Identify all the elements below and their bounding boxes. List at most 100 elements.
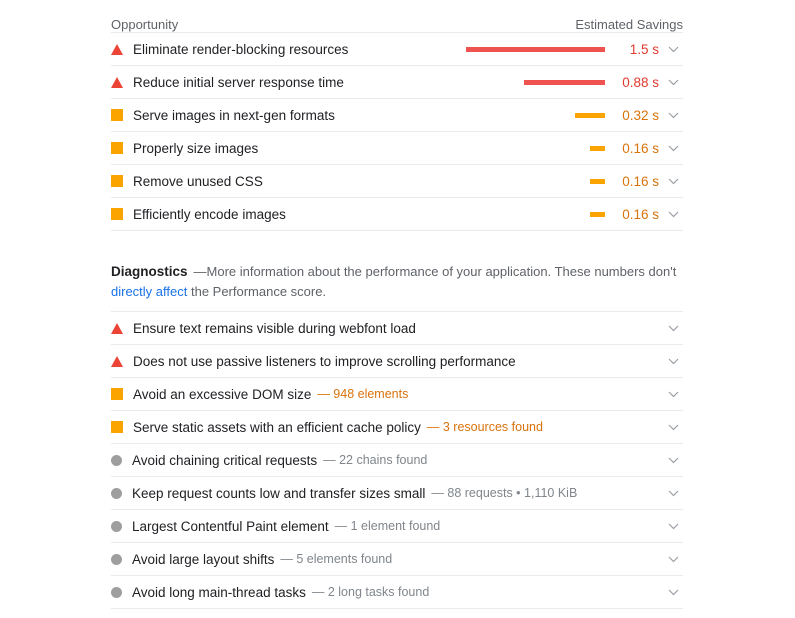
diagnostic-title: Largest Contentful Paint element bbox=[132, 518, 329, 534]
chevron-down-icon[interactable] bbox=[663, 358, 683, 365]
diagnostic-row[interactable]: Ensure text remains visible during webfo… bbox=[111, 311, 683, 344]
diagnostic-subtitle: — 3 resources found bbox=[426, 420, 543, 434]
diagnostics-dash: — bbox=[193, 264, 207, 279]
opportunity-savings-cell: 0.32 s bbox=[459, 108, 683, 123]
diagnostic-label-cell: Avoid long main-thread tasks — 2 long tas… bbox=[111, 585, 544, 600]
diagnostic-row[interactable]: Serve static assets with an efficient ca… bbox=[111, 410, 683, 443]
savings-bar bbox=[590, 212, 605, 217]
opportunity-row[interactable]: Eliminate render-blocking resources 1.5 s bbox=[111, 32, 683, 65]
chevron-down-icon[interactable] bbox=[663, 46, 683, 53]
circle-informative-icon bbox=[111, 553, 122, 565]
circle-informative-icon bbox=[111, 586, 122, 598]
chevron-down-icon[interactable] bbox=[663, 424, 683, 431]
chevron-down-icon[interactable] bbox=[663, 112, 683, 119]
chevron-down-icon[interactable] bbox=[663, 490, 683, 497]
opportunity-title: Efficiently encode images bbox=[133, 206, 286, 222]
diagnostic-title: Serve static assets with an efficient ca… bbox=[133, 419, 421, 435]
lighthouse-report-page: Opportunity Estimated Savings Eliminate … bbox=[0, 0, 795, 618]
opportunity-savings-cell: 0.16 s bbox=[459, 141, 683, 156]
diagnostic-subtitle: — 2 long tasks found bbox=[311, 585, 430, 599]
directly-affect-link[interactable]: directly affect bbox=[111, 284, 187, 299]
savings-sparkline bbox=[459, 43, 605, 55]
chevron-down-icon[interactable] bbox=[663, 79, 683, 86]
circle-informative-icon bbox=[111, 520, 122, 532]
diagnostics-heading: Diagnostics —More information about the p… bbox=[111, 262, 683, 311]
savings-sparkline bbox=[459, 175, 605, 187]
chevron-down-icon[interactable] bbox=[663, 523, 683, 530]
chevron-down-icon[interactable] bbox=[663, 178, 683, 185]
opportunity-title: Remove unused CSS bbox=[133, 173, 263, 189]
chevron-down-icon[interactable] bbox=[663, 325, 683, 332]
savings-value: 0.32 s bbox=[622, 107, 659, 123]
diagnostic-label-cell: Avoid an excessive DOM size — 948 element… bbox=[111, 387, 534, 402]
savings-sparkline bbox=[459, 76, 605, 88]
square-average-icon bbox=[111, 175, 123, 187]
chevron-down-icon[interactable] bbox=[663, 145, 683, 152]
diagnostic-title: Avoid chaining critical requests bbox=[132, 452, 318, 468]
diagnostics-description-part2: the Performance score. bbox=[187, 284, 327, 299]
chevron-down-icon[interactable] bbox=[663, 589, 683, 596]
opportunity-savings-cell: 1.5 s bbox=[459, 42, 683, 57]
chevron-down-icon[interactable] bbox=[663, 457, 683, 464]
circle-informative-icon bbox=[111, 454, 122, 466]
triangle-fail-icon bbox=[111, 76, 123, 88]
diagnostic-title: Avoid an excessive DOM size bbox=[133, 386, 312, 402]
diagnostic-label-cell: Largest Contentful Paint element — 1 elem… bbox=[111, 519, 550, 534]
diagnostics-list: Ensure text remains visible during webfo… bbox=[111, 311, 683, 608]
opportunity-savings-cell: 0.88 s bbox=[459, 75, 683, 90]
opportunity-label-cell: Eliminate render-blocking resources bbox=[111, 42, 459, 57]
column-header-opportunity: Opportunity bbox=[111, 17, 179, 32]
opportunity-row[interactable]: Serve images in next-gen formats 0.32 s bbox=[111, 98, 683, 131]
savings-value: 0.88 s bbox=[622, 74, 659, 90]
diagnostic-title: Ensure text remains visible during webfo… bbox=[133, 320, 416, 336]
opportunity-row[interactable]: Properly size images 0.16 s bbox=[111, 131, 683, 164]
diagnostics-bottom-divider bbox=[111, 608, 683, 609]
diagnostic-subtitle: — 948 elements bbox=[317, 387, 409, 401]
diagnostic-row[interactable]: Keep request counts low and transfer siz… bbox=[111, 476, 683, 509]
diagnostic-subtitle: — 22 chains found bbox=[323, 453, 428, 467]
diagnostics-section: Diagnostics —More information about the p… bbox=[111, 262, 683, 609]
diagnostic-label-cell: Keep request counts low and transfer siz… bbox=[111, 486, 618, 501]
opportunity-savings-cell: 0.16 s bbox=[459, 207, 683, 222]
chevron-down-icon[interactable] bbox=[663, 211, 683, 218]
opportunity-row[interactable]: Reduce initial server response time 0.88 … bbox=[111, 65, 683, 98]
savings-bar bbox=[590, 179, 605, 184]
triangle-fail-icon bbox=[111, 43, 123, 55]
square-average-icon bbox=[111, 208, 123, 220]
diagnostic-row[interactable]: Avoid an excessive DOM size — 948 element… bbox=[111, 377, 683, 410]
diagnostic-subtitle: — 1 element found bbox=[334, 519, 441, 533]
diagnostic-row[interactable]: Largest Contentful Paint element — 1 elem… bbox=[111, 509, 683, 542]
diagnostic-label-cell: Ensure text remains visible during webfo… bbox=[111, 321, 537, 336]
triangle-fail-icon bbox=[111, 322, 123, 334]
savings-value: 0.16 s bbox=[622, 140, 659, 156]
diagnostic-subtitle: — 88 requests • 1,110 KiB bbox=[431, 486, 578, 500]
opportunity-row[interactable]: Efficiently encode images 0.16 s bbox=[111, 197, 683, 230]
savings-value: 0.16 s bbox=[622, 173, 659, 189]
diagnostic-label-cell: Avoid chaining critical requests — 22 cha… bbox=[111, 453, 543, 468]
opportunity-row[interactable]: Remove unused CSS 0.16 s bbox=[111, 164, 683, 197]
diagnostic-row[interactable]: Does not use passive listeners to improv… bbox=[111, 344, 683, 377]
opportunity-label-cell: Serve images in next-gen formats bbox=[111, 108, 459, 123]
diagnostic-title: Does not use passive listeners to improv… bbox=[133, 353, 516, 369]
diagnostic-title: Keep request counts low and transfer siz… bbox=[132, 485, 426, 501]
savings-sparkline bbox=[459, 109, 605, 121]
diagnostic-row[interactable]: Avoid chaining critical requests — 22 cha… bbox=[111, 443, 683, 476]
square-average-icon bbox=[111, 388, 123, 400]
diagnostic-subtitle: — 5 elements found bbox=[280, 552, 393, 566]
savings-value: 0.16 s bbox=[622, 206, 659, 222]
chevron-down-icon[interactable] bbox=[663, 556, 683, 563]
savings-sparkline bbox=[459, 142, 605, 154]
triangle-fail-icon bbox=[111, 355, 123, 367]
diagnostics-title: Diagnostics bbox=[111, 264, 188, 279]
diagnostic-row[interactable]: Avoid long main-thread tasks — 2 long tas… bbox=[111, 575, 683, 608]
opportunities-bottom-divider bbox=[111, 230, 683, 231]
savings-bar bbox=[466, 47, 605, 52]
diagnostic-label-cell: Serve static assets with an efficient ca… bbox=[111, 420, 601, 435]
opportunity-label-cell: Reduce initial server response time bbox=[111, 75, 459, 90]
diagnostic-label-cell: Avoid large layout shifts — 5 elements fo… bbox=[111, 552, 526, 567]
diagnostics-description-part1: More information about the performance o… bbox=[206, 264, 677, 279]
diagnostic-row[interactable]: Avoid large layout shifts — 5 elements fo… bbox=[111, 542, 683, 575]
square-average-icon bbox=[111, 142, 123, 154]
chevron-down-icon[interactable] bbox=[663, 391, 683, 398]
opportunity-title: Serve images in next-gen formats bbox=[133, 107, 335, 123]
